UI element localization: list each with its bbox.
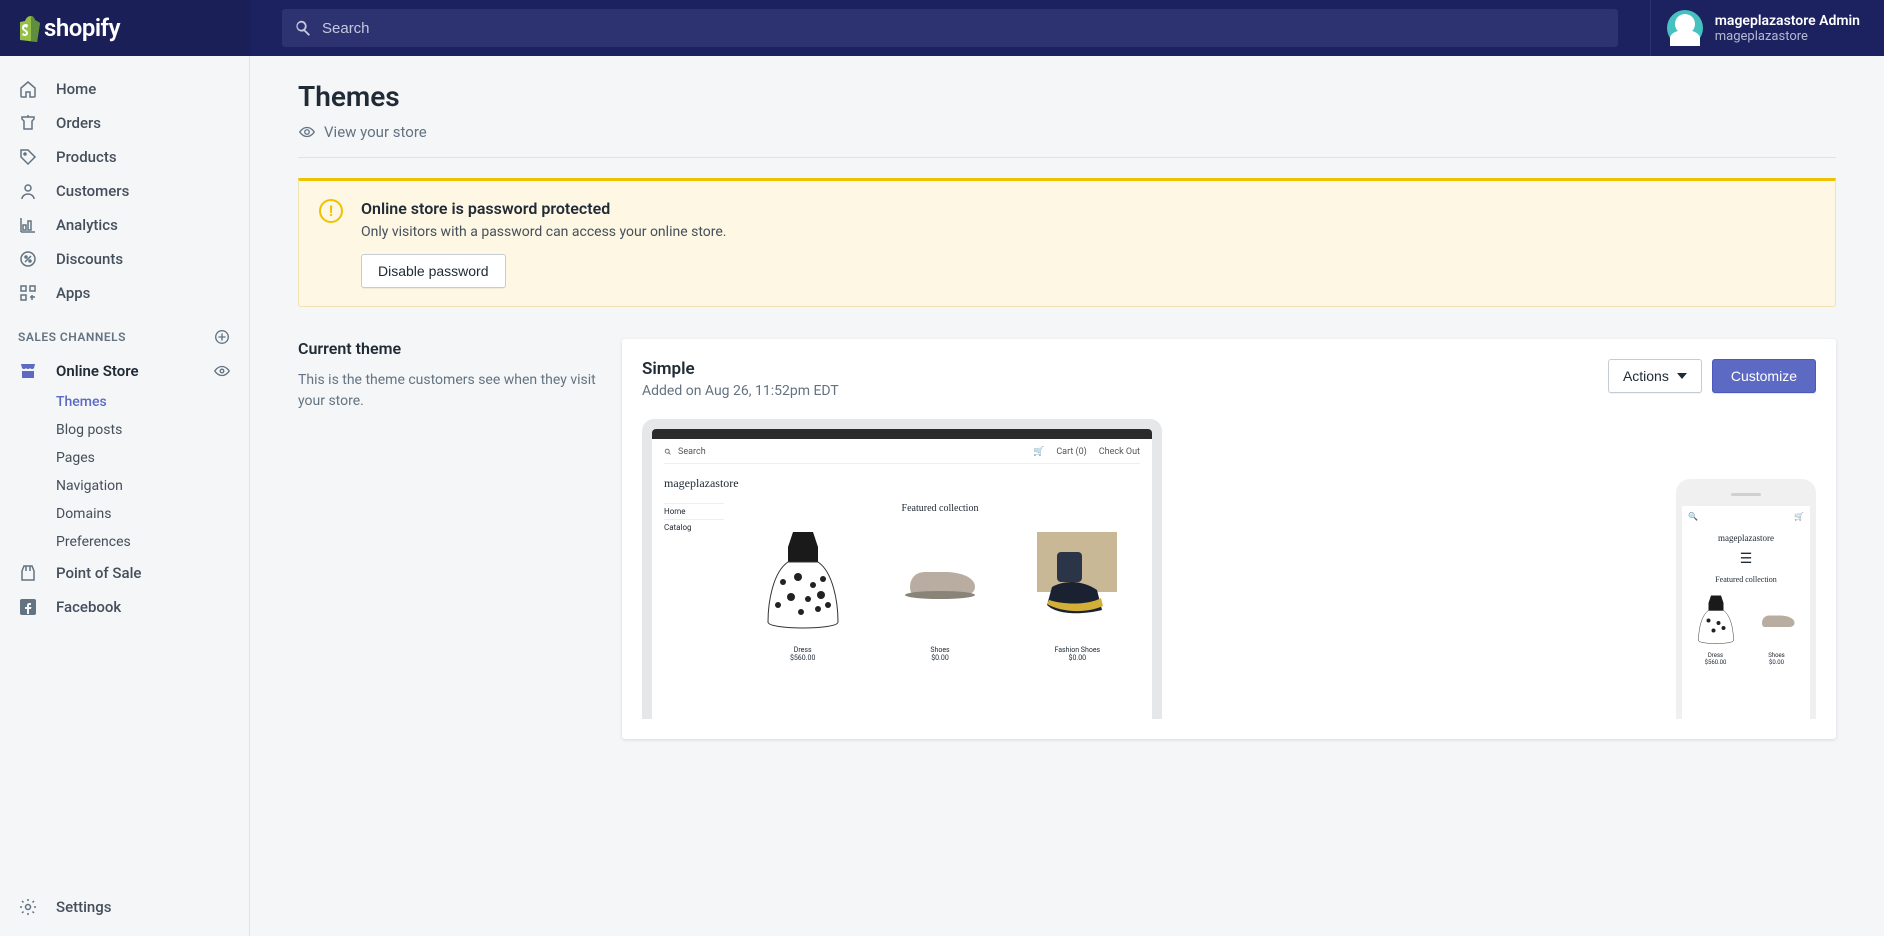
search-input[interactable] (322, 20, 1606, 37)
search-box[interactable] (282, 9, 1618, 47)
banner-title: Online store is password protected (361, 199, 726, 218)
orders-icon (18, 113, 38, 133)
warning-icon: ! (319, 199, 343, 223)
chevron-down-icon (1677, 373, 1687, 379)
pos-icon (18, 563, 38, 583)
nav-discounts[interactable]: Discounts (0, 242, 249, 276)
user-name: mageplazastore Admin (1715, 13, 1860, 29)
subnav-domains[interactable]: Domains (56, 500, 249, 528)
preview-desktop: Search 🛒Cart (0)Check Out mageplazastore… (642, 419, 1162, 719)
apps-icon (18, 283, 38, 303)
preview-mobile: 🔍🛒 mageplazastore ☰ Featured collection … (1676, 479, 1816, 719)
shopify-logo-icon (16, 14, 40, 42)
view-store-link[interactable]: View your store (298, 123, 1836, 141)
customers-icon (18, 181, 38, 201)
main-content: Themes View your store ! Online store is… (250, 56, 1884, 936)
nav-online-store[interactable]: Online Store (0, 354, 249, 388)
nav-home[interactable]: Home (0, 72, 249, 106)
password-banner: ! Online store is password protected Onl… (298, 178, 1836, 307)
actions-button[interactable]: Actions (1608, 359, 1702, 393)
subnav-navigation[interactable]: Navigation (56, 472, 249, 500)
settings-icon (18, 897, 38, 917)
disable-password-button[interactable]: Disable password (361, 254, 506, 288)
home-icon (18, 79, 38, 99)
nav-orders[interactable]: Orders (0, 106, 249, 140)
subnav-pages[interactable]: Pages (56, 444, 249, 472)
current-theme-heading: Current theme (298, 339, 598, 358)
nav-customers[interactable]: Customers (0, 174, 249, 208)
nav-apps[interactable]: Apps (0, 276, 249, 310)
subnav-preferences[interactable]: Preferences (56, 528, 249, 556)
nav-products[interactable]: Products (0, 140, 249, 174)
user-menu[interactable]: mageplazastore Admin mageplazastore (1650, 0, 1884, 56)
theme-card: Simple Added on Aug 26, 11:52pm EDT Acti… (622, 339, 1836, 739)
avatar (1667, 10, 1703, 46)
user-store: mageplazastore (1715, 29, 1860, 44)
brand-text: shopify (44, 14, 120, 42)
nav-settings[interactable]: Settings (0, 890, 249, 924)
topbar: shopify mageplazastore Admin mageplazast… (0, 0, 1884, 56)
discounts-icon (18, 249, 38, 269)
nav-analytics[interactable]: Analytics (0, 208, 249, 242)
sales-channels-header: SALES CHANNELS (0, 310, 249, 354)
view-store-icon[interactable] (213, 362, 231, 380)
add-channel-icon[interactable] (213, 328, 231, 346)
subnav-themes[interactable]: Themes (56, 388, 249, 416)
subnav-blog[interactable]: Blog posts (56, 416, 249, 444)
search-icon (294, 19, 312, 37)
nav-pos[interactable]: Point of Sale (0, 556, 249, 590)
theme-preview: Search 🛒Cart (0)Check Out mageplazastore… (642, 419, 1816, 719)
hamburger-icon: ☰ (1688, 551, 1804, 567)
nav-facebook[interactable]: Facebook (0, 590, 249, 624)
search-area (250, 9, 1650, 47)
facebook-icon (18, 597, 38, 617)
customize-button[interactable]: Customize (1712, 359, 1816, 393)
theme-added: Added on Aug 26, 11:52pm EDT (642, 383, 839, 399)
current-theme-description: This is the theme customers see when the… (298, 370, 598, 412)
products-icon (18, 147, 38, 167)
theme-name: Simple (642, 359, 839, 379)
online-store-icon (18, 361, 38, 381)
sidebar: Home Orders Products Customers Analytics… (0, 56, 250, 936)
eye-icon (298, 123, 316, 141)
page-title: Themes (298, 80, 1836, 113)
banner-body: Only visitors with a password can access… (361, 224, 726, 240)
logo-area[interactable]: shopify (0, 0, 250, 56)
analytics-icon (18, 215, 38, 235)
